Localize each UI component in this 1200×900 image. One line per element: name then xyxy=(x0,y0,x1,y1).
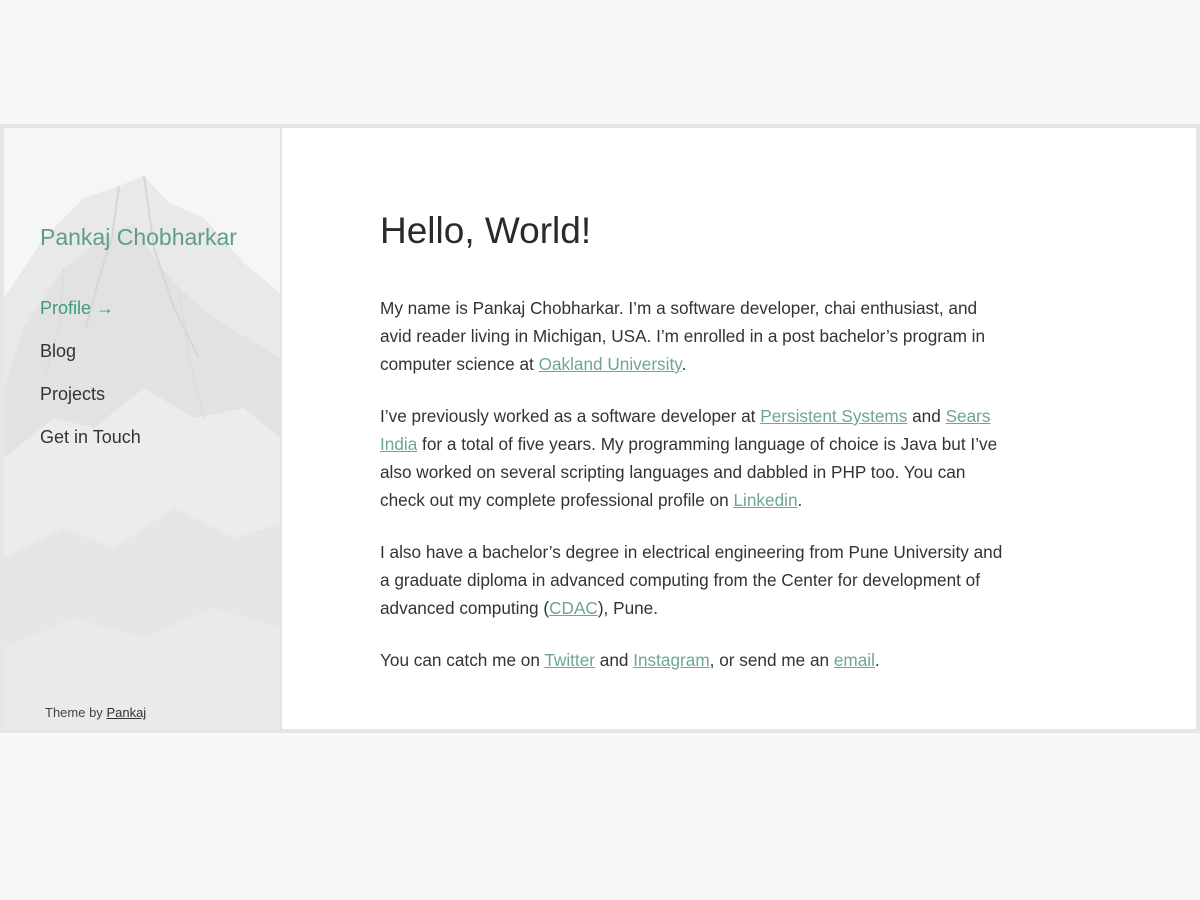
contact-text-and: and xyxy=(594,650,634,670)
experience-text-end: . xyxy=(797,490,803,510)
nav-label-profile: Profile xyxy=(40,298,92,318)
nav-item-blog: Blog xyxy=(40,339,141,382)
page-frame: Pankaj Chobharkar Profile → Blog Projects… xyxy=(0,124,1200,733)
email-link[interactable]: email xyxy=(834,650,875,670)
experience-paragraph: I’ve previously worked as a software dev… xyxy=(380,402,1005,514)
nav-link-projects[interactable]: Projects xyxy=(40,384,105,404)
contact-text: You can catch me on xyxy=(380,650,545,670)
nav-link-get-in-touch[interactable]: Get in Touch xyxy=(40,427,141,447)
nav-item-profile: Profile → xyxy=(40,296,141,339)
twitter-link[interactable]: Twitter xyxy=(544,650,595,670)
theme-credit: Theme by Pankaj xyxy=(45,705,146,720)
instagram-link[interactable]: Instagram xyxy=(633,650,709,670)
experience-text: I’ve previously worked as a software dev… xyxy=(380,406,761,426)
nav-link-profile[interactable]: Profile → xyxy=(40,298,114,318)
main-content: Hello, World! My name is Pankaj Chobhark… xyxy=(380,208,1005,674)
nav-item-get-in-touch: Get in Touch xyxy=(40,425,141,468)
intro-text-end: . xyxy=(681,354,687,374)
contact-paragraph: You can catch me on Twitter and Instagra… xyxy=(380,646,1005,674)
persistent-systems-link[interactable]: Persistent Systems xyxy=(760,406,907,426)
contact-text-mid: , or send me an xyxy=(709,650,834,670)
arrow-right-icon: → xyxy=(96,298,115,318)
nav-link-blog[interactable]: Blog xyxy=(40,341,76,361)
contact-text-end: . xyxy=(874,650,880,670)
education-paragraph: I also have a bachelor’s degree in elect… xyxy=(380,538,1005,622)
site-title-link[interactable]: Pankaj Chobharkar xyxy=(40,224,237,251)
page-title: Hello, World! xyxy=(380,210,592,251)
cdac-link[interactable]: CDAC xyxy=(549,598,598,618)
education-text: I also have a bachelor’s degree in elect… xyxy=(380,542,1003,618)
sidebar: Pankaj Chobharkar Profile → Blog Projects… xyxy=(4,128,282,729)
theme-author-link[interactable]: Pankaj xyxy=(106,705,146,720)
oakland-university-link[interactable]: Oakland University xyxy=(539,354,682,374)
theme-credit-text: Theme by xyxy=(45,705,103,720)
linkedin-link[interactable]: Linkedin xyxy=(733,490,797,510)
experience-text-and: and xyxy=(907,406,946,426)
education-text-end: ), Pune. xyxy=(597,598,659,618)
intro-paragraph: My name is Pankaj Chobharkar. I’m a soft… xyxy=(380,294,1005,378)
nav-item-projects: Projects xyxy=(40,382,141,425)
sidebar-nav: Profile → Blog Projects Get in Touch xyxy=(40,296,141,468)
experience-text-mid: for a total of five years. My programmin… xyxy=(380,434,998,510)
